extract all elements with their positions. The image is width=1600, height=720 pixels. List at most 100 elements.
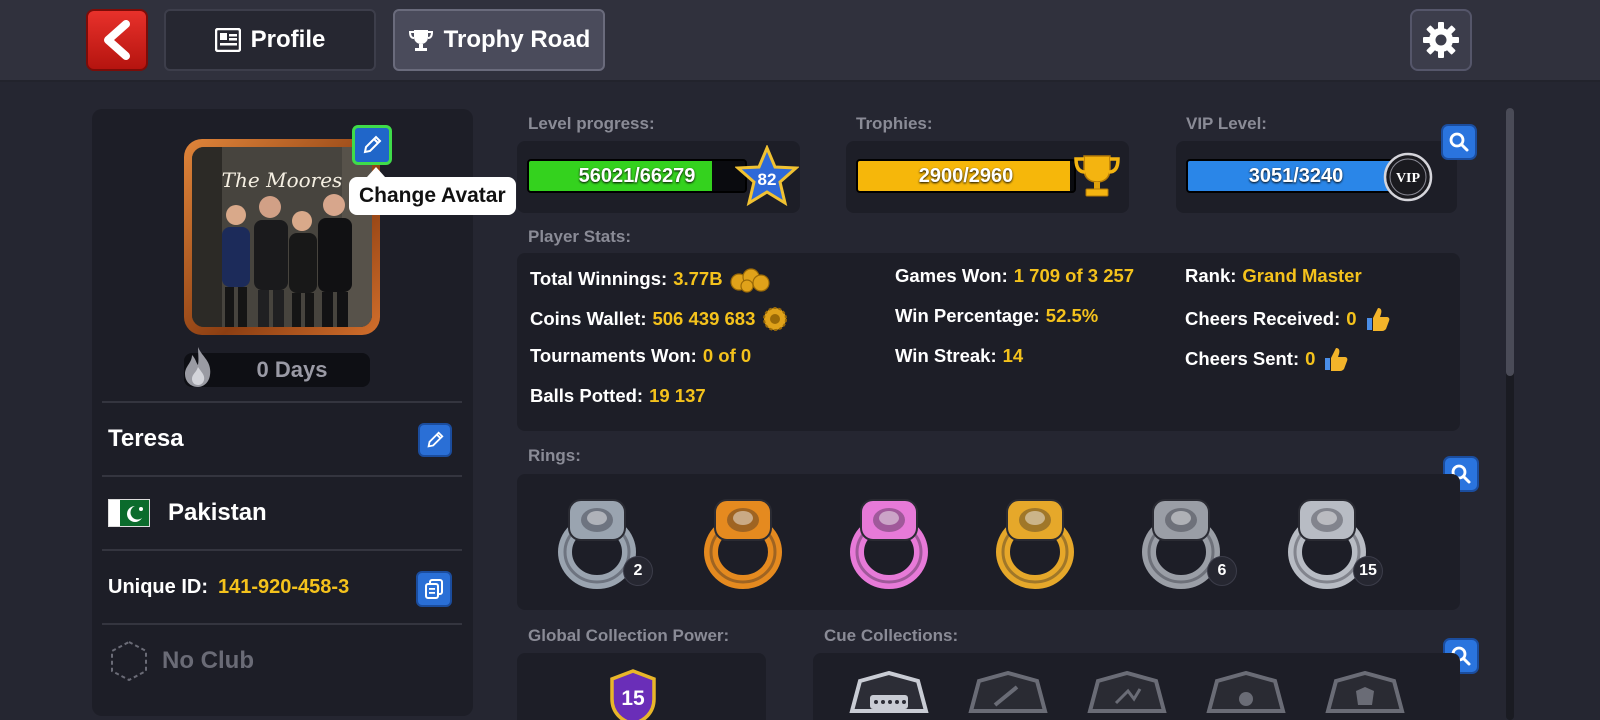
stat-value: 506 439 683 [652, 308, 756, 329]
ring-item[interactable]: 2 [547, 490, 653, 590]
level-number: 82 [758, 170, 777, 189]
collection-power-label: Global Collection Power: [528, 626, 730, 645]
stat-value: 0 [1346, 308, 1357, 329]
chevron-left-icon [104, 20, 130, 60]
stat-value: 1 709 of 3 257 [1013, 265, 1135, 286]
ring-item[interactable] [839, 490, 939, 590]
ring-item[interactable]: 15 [1277, 490, 1383, 590]
unique-id-label: Unique ID: [108, 575, 208, 598]
avatar: The Moores [192, 147, 372, 327]
thumbs-up-icon [1325, 348, 1348, 371]
ring-count-badge: 6 [1207, 556, 1237, 586]
cue-collection-badge-icon[interactable] [965, 671, 1051, 720]
stat-games-won: Games Won: 1 709 of 3 257 [895, 265, 1134, 287]
stat-label: Cheers Received: [1185, 308, 1341, 329]
tab-profile[interactable]: Profile [164, 9, 376, 71]
vip-badge-icon: VIP [1383, 152, 1433, 202]
tab-trophy-road-label: Trophy Road [443, 26, 591, 53]
cue-collection-badge-icon[interactable] [1084, 671, 1170, 720]
trophies-text: 2900/2960 [918, 164, 1014, 187]
pencil-icon [363, 135, 382, 154]
level-progress-panel: 56021/66279 82 [517, 141, 800, 213]
stat-label: Balls Potted: [530, 385, 644, 406]
settings-button[interactable] [1410, 9, 1472, 71]
vip-search-button[interactable] [1441, 124, 1477, 160]
top-bar: Profile Trophy Road [0, 0, 1600, 82]
player-stats-panel: Total Winnings: 3.77B Coins Wallet: 506 … [517, 253, 1460, 431]
unique-id-row: Unique ID: 141-920-458-3 [102, 549, 462, 623]
ring-item[interactable] [985, 490, 1085, 590]
stat-value: 14 [1002, 345, 1024, 366]
trophy-icon [408, 30, 433, 51]
collection-power-badge-icon: 15 [610, 669, 656, 720]
stat-label: Tournaments Won: [530, 345, 697, 366]
country-name: Pakistan [168, 499, 267, 526]
ring-icon [850, 499, 928, 589]
change-avatar-button[interactable] [352, 125, 392, 165]
pakistan-flag-icon [108, 499, 150, 527]
stat-label: Rank: [1185, 265, 1237, 286]
flame-icon [185, 347, 211, 387]
pencil-icon [427, 431, 444, 448]
stat-value: 0 of 0 [702, 345, 752, 366]
vip-badge-text: VIP [1396, 171, 1421, 186]
ring-icon [996, 499, 1074, 589]
rings-panel: 2 6 15 [517, 474, 1460, 610]
stat-value: 3.77B [673, 268, 723, 289]
stat-value: 52.5% [1045, 305, 1099, 326]
stat-rank: Rank: Grand Master [1185, 265, 1362, 287]
cue-collection-badge-icon[interactable] [1203, 671, 1289, 720]
vip-text: 3051/3240 [1248, 164, 1344, 187]
stat-value: 19 137 [649, 385, 706, 406]
stat-label: Games Won: [895, 265, 1008, 286]
player-name: Teresa [108, 425, 184, 452]
change-avatar-tooltip: Change Avatar [349, 167, 516, 215]
ring-count-badge: 2 [623, 556, 653, 586]
cue-collection-badge-icon[interactable] [1322, 671, 1408, 720]
daily-streak: 0 Days [184, 347, 370, 387]
svg-text:The Moores: The Moores [222, 168, 343, 192]
tab-trophy-road[interactable]: Trophy Road [393, 9, 605, 71]
player-stats-label: Player Stats: [528, 227, 631, 246]
stat-value: Grand Master [1242, 265, 1362, 286]
stat-value: 0 [1305, 348, 1316, 369]
vip-bar: 3051/3240 [1186, 159, 1406, 193]
copy-id-button[interactable] [416, 571, 452, 607]
stat-label: Cheers Sent: [1185, 348, 1300, 369]
stat-total-winnings: Total Winnings: 3.77B [530, 265, 771, 293]
ring-item[interactable]: 6 [1131, 490, 1237, 590]
search-icon [1449, 132, 1469, 152]
ring-count-badge: 15 [1353, 556, 1383, 586]
scrollbar-thumb[interactable] [1506, 108, 1514, 376]
trophies-panel: 2900/2960 [846, 141, 1129, 213]
scrollbar[interactable] [1506, 108, 1514, 720]
club-row: No Club [102, 623, 462, 697]
trophies-label: Trophies: [856, 114, 933, 133]
back-button[interactable] [86, 9, 148, 71]
trophies-bar: 2900/2960 [856, 159, 1076, 193]
ring-icon [704, 499, 782, 589]
coin-icon [763, 307, 788, 331]
coins-pile-icon [729, 268, 770, 293]
level-progress-label: Level progress: [528, 114, 655, 133]
cue-collections-panel [813, 653, 1460, 720]
stat-cheers-received: Cheers Received: 0 [1185, 305, 1391, 333]
stat-tournaments-won: Tournaments Won: 0 of 0 [530, 345, 751, 367]
ring-item[interactable] [693, 490, 793, 590]
stat-coins-wallet: Coins Wallet: 506 439 683 [530, 305, 789, 333]
unique-id-value: 141-920-458-3 [218, 575, 350, 598]
profile-card-icon [214, 28, 241, 52]
country-row: Pakistan [102, 475, 462, 549]
player-name-row: Teresa [102, 401, 462, 475]
stat-label: Coins Wallet: [530, 308, 647, 329]
stat-cheers-sent: Cheers Sent: 0 [1185, 345, 1349, 373]
copy-icon [425, 579, 443, 599]
avatar-frame[interactable]: The Moores [184, 139, 380, 335]
edit-name-button[interactable] [418, 423, 452, 457]
level-progress-bar: 56021/66279 [527, 159, 747, 193]
stat-label: Total Winnings: [530, 268, 668, 289]
cue-collection-badge-icon[interactable] [846, 671, 932, 720]
avatar-photo: The Moores [192, 147, 372, 327]
vip-level-label: VIP Level: [1186, 114, 1267, 133]
club-icon [111, 640, 147, 682]
